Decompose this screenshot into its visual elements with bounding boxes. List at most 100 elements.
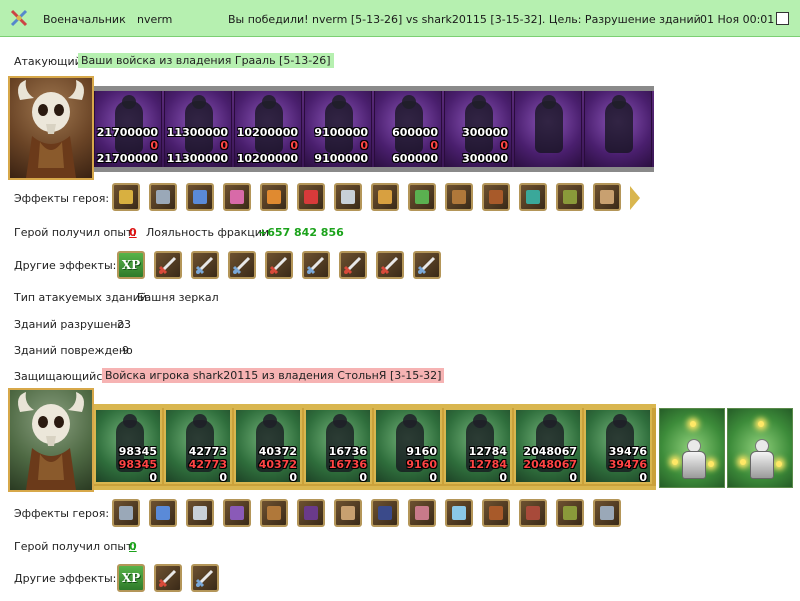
battle-header: Военачальник nverm Вы победили! nverm [5… bbox=[0, 0, 800, 37]
army-unit-card[interactable]: 10200000 0 10200000 bbox=[234, 91, 302, 167]
loyalty-label: Лояльность фракции bbox=[146, 226, 270, 239]
hero-effect-icon[interactable] bbox=[149, 183, 177, 211]
sword-red-icon[interactable] bbox=[154, 564, 182, 592]
army-unit-card[interactable]: 600000 0 600000 bbox=[374, 91, 442, 167]
role-label: Военачальник bbox=[43, 13, 126, 26]
hero-effect-icon[interactable] bbox=[482, 499, 510, 527]
mirror-tower-building[interactable] bbox=[727, 408, 793, 488]
hero-effect-icon[interactable] bbox=[371, 499, 399, 527]
unit-count-lost: 98345 bbox=[118, 458, 157, 471]
select-checkbox[interactable] bbox=[776, 12, 789, 25]
army-unit-card[interactable]: 42773 42773 0 bbox=[164, 408, 232, 484]
unit-count-end: 0 bbox=[149, 471, 157, 484]
unit-count-start: 11300000 bbox=[166, 126, 228, 139]
sword-red-icon[interactable] bbox=[339, 251, 367, 279]
attacker-hero-portrait[interactable] bbox=[8, 76, 94, 180]
hero-effect-icon[interactable] bbox=[408, 183, 436, 211]
destroyed-label: Зданий разрушено bbox=[14, 318, 125, 331]
xp-bonus-icon[interactable]: XP bbox=[117, 564, 145, 592]
effect-glyph bbox=[156, 506, 170, 520]
hero-effect-icon[interactable] bbox=[593, 183, 621, 211]
unit-count-lost: 42773 bbox=[188, 458, 227, 471]
hero-effect-icon[interactable] bbox=[297, 183, 325, 211]
hero-effect-icon[interactable] bbox=[260, 183, 288, 211]
mirror-tower-building[interactable] bbox=[659, 408, 725, 488]
hero-effect-icon[interactable] bbox=[482, 183, 510, 211]
effect-glyph bbox=[415, 190, 429, 204]
defender-title: Войска игрока shark20115 из владения Сто… bbox=[102, 368, 445, 383]
scroll-right-arrow[interactable] bbox=[630, 186, 640, 210]
hero-effect-icon[interactable] bbox=[445, 499, 473, 527]
attacker-exp-value[interactable]: 0 bbox=[129, 226, 137, 239]
xp-bonus-icon[interactable]: XP bbox=[117, 251, 145, 279]
xp-label: XP bbox=[121, 258, 141, 272]
unit-count-lost: 0 bbox=[360, 139, 368, 152]
hero-effect-icon[interactable] bbox=[149, 499, 177, 527]
hero-effect-icon[interactable] bbox=[297, 499, 325, 527]
battle-time: 01 Ноя 00:01 bbox=[700, 13, 775, 26]
hero-effect-icon[interactable] bbox=[334, 499, 362, 527]
hero-effect-icon[interactable] bbox=[223, 499, 251, 527]
sword-red-icon[interactable] bbox=[376, 251, 404, 279]
hero-effect-icon[interactable] bbox=[186, 499, 214, 527]
army-unit-card[interactable]: 16736 16736 0 bbox=[304, 408, 372, 484]
hero-effect-icon[interactable] bbox=[186, 183, 214, 211]
hero-effect-icon[interactable] bbox=[445, 183, 473, 211]
sword-red-icon[interactable] bbox=[265, 251, 293, 279]
defender-hero-portrait[interactable] bbox=[8, 388, 94, 492]
hero-effect-icon[interactable] bbox=[223, 183, 251, 211]
army-unit-card[interactable]: 98345 98345 0 bbox=[94, 408, 162, 484]
unit-count-end: 0 bbox=[569, 471, 577, 484]
unit-count-end: 0 bbox=[499, 471, 507, 484]
army-unit-card[interactable]: 40372 40372 0 bbox=[234, 408, 302, 484]
attacker-label: Атакующий bbox=[14, 55, 82, 68]
xp-label: XP bbox=[121, 571, 141, 585]
hero-effect-icon[interactable] bbox=[371, 183, 399, 211]
defender-exp-label: Герой получил опыт: bbox=[14, 540, 137, 553]
army-unit-card[interactable]: 2048067 2048067 0 bbox=[514, 408, 582, 484]
unit-count-end: 0 bbox=[429, 471, 437, 484]
hero-effect-icon[interactable] bbox=[112, 183, 140, 211]
hero-effect-icon[interactable] bbox=[519, 183, 547, 211]
attacker-hero-effects-label: Эффекты героя: bbox=[14, 192, 110, 205]
destroyed-value: 23 bbox=[117, 318, 131, 331]
unit-count-lost: 0 bbox=[290, 139, 298, 152]
sword-blue-icon[interactable] bbox=[191, 251, 219, 279]
army-unit-card[interactable]: 11300000 0 11300000 bbox=[164, 91, 232, 167]
army-unit-card[interactable]: 9160 9160 0 bbox=[374, 408, 442, 484]
hero-effect-icon[interactable] bbox=[334, 183, 362, 211]
sword-red-icon[interactable] bbox=[154, 251, 182, 279]
army-unit-card[interactable] bbox=[514, 91, 582, 167]
damaged-value: 9 bbox=[122, 344, 129, 357]
unit-count-lost: 0 bbox=[220, 139, 228, 152]
hero-effect-icon[interactable] bbox=[519, 499, 547, 527]
attacker-other-effects-label: Другие эффекты: bbox=[14, 259, 117, 272]
unit-count-start: 98345 bbox=[118, 445, 157, 458]
defender-hero-effects-label: Эффекты героя: bbox=[14, 507, 110, 520]
battle-result-message: Вы победили! nverm [5-13-26] vs shark201… bbox=[228, 13, 701, 26]
hero-effect-icon[interactable] bbox=[556, 499, 584, 527]
army-unit-card[interactable]: 39476 39476 0 bbox=[584, 408, 652, 484]
hero-effect-icon[interactable] bbox=[593, 499, 621, 527]
sword-blue-icon[interactable] bbox=[191, 564, 219, 592]
unit-figure bbox=[605, 95, 633, 153]
defender-exp-value[interactable]: 0 bbox=[129, 540, 137, 553]
hero-effect-icon[interactable] bbox=[112, 499, 140, 527]
attacker-army-strip: 21700000 0 21700000 11300000 0 11300000 102000… bbox=[94, 86, 654, 172]
hero-effect-icon[interactable] bbox=[556, 183, 584, 211]
hero-effect-icon[interactable] bbox=[260, 499, 288, 527]
sword-blue-icon[interactable] bbox=[302, 251, 330, 279]
effect-glyph bbox=[341, 190, 355, 204]
army-unit-card[interactable]: 300000 0 300000 bbox=[444, 91, 512, 167]
hero-effect-icon[interactable] bbox=[408, 499, 436, 527]
army-unit-card[interactable]: 21700000 0 21700000 bbox=[94, 91, 162, 167]
unit-count-start: 10200000 bbox=[236, 126, 298, 139]
sword-blue-icon[interactable] bbox=[413, 251, 441, 279]
army-unit-card[interactable]: 9100000 0 9100000 bbox=[304, 91, 372, 167]
army-unit-card[interactable]: 12784 12784 0 bbox=[444, 408, 512, 484]
sword-blue-icon[interactable] bbox=[228, 251, 256, 279]
unit-count-lost: 0 bbox=[150, 139, 158, 152]
unit-count-end: 0 bbox=[359, 471, 367, 484]
army-unit-card[interactable] bbox=[584, 91, 652, 167]
player-name[interactable]: nverm bbox=[137, 13, 172, 26]
